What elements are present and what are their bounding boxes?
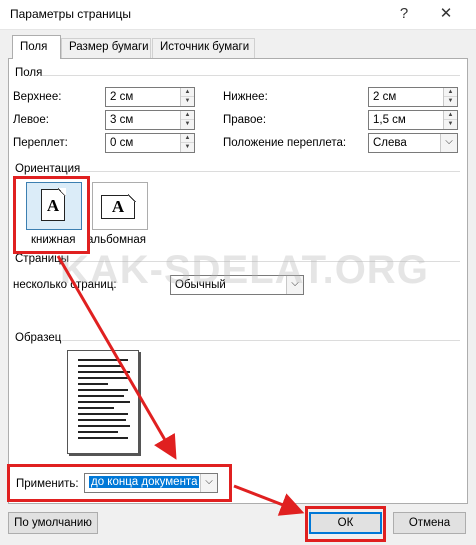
multiple-pages-value: Обычный [175, 279, 226, 291]
gutter-position-value: Слева [373, 137, 407, 149]
bottom-margin-spinner[interactable]: 2 см ▲ ▼ [368, 87, 458, 107]
preview-line [78, 383, 108, 385]
preview-line [78, 389, 128, 391]
chevron-down-icon[interactable]: ⌵ [286, 276, 303, 294]
portrait-page-icon: A [41, 188, 66, 221]
preview-line [78, 431, 118, 433]
margins-group-label: Поля [15, 67, 43, 79]
spin-up-icon[interactable]: ▲ [444, 111, 457, 120]
preview-line [78, 437, 128, 439]
apply-to-label: Применить: [16, 478, 79, 490]
chevron-down-icon[interactable]: ⌵ [440, 134, 457, 152]
preview-line [78, 407, 114, 409]
help-button[interactable]: ? [390, 3, 418, 25]
page-preview [67, 350, 139, 454]
left-margin-label: Левое: [13, 114, 49, 126]
multiple-pages-label: несколько страниц: [13, 279, 117, 291]
window-title: Параметры страницы [10, 7, 131, 21]
tab-paper-source[interactable]: Источник бумаги [152, 38, 255, 58]
spin-up-icon[interactable]: ▲ [181, 111, 194, 120]
ok-button[interactable]: ОК [309, 512, 382, 534]
tab-margins[interactable]: Поля [12, 35, 61, 59]
apply-to-value: до конца документа [89, 476, 200, 488]
preview-line [78, 425, 130, 427]
landscape-page-icon: A [101, 194, 136, 219]
close-button[interactable]: ✕ [432, 3, 460, 25]
set-as-default-button[interactable]: По умолчанию [8, 512, 98, 534]
landscape-label: альбомная [87, 234, 146, 246]
spin-up-icon[interactable]: ▲ [444, 88, 457, 97]
group-divider [80, 171, 460, 172]
top-margin-label: Верхнее: [13, 91, 62, 103]
cancel-button[interactable]: Отмена [393, 512, 466, 534]
preview-line [78, 371, 130, 373]
left-margin-spinner[interactable]: 3 см ▲ ▼ [105, 110, 195, 130]
right-margin-value: 1,5 см [373, 114, 406, 126]
spin-down-icon[interactable]: ▼ [181, 97, 194, 106]
portrait-button[interactable]: A [26, 182, 82, 230]
group-divider [70, 261, 460, 262]
top-margin-spinner[interactable]: 2 см ▲ ▼ [105, 87, 195, 107]
gutter-label: Переплет: [13, 137, 68, 149]
group-divider [62, 340, 460, 341]
apply-to-select[interactable]: до конца документа ⌵ [84, 473, 218, 493]
left-margin-value: 3 см [110, 114, 134, 126]
landscape-glyph: A [111, 197, 125, 216]
preview-line [78, 377, 128, 379]
pages-group-label: Страницы [15, 253, 69, 265]
group-divider [42, 75, 460, 76]
gutter-position-label: Положение переплета: [223, 137, 347, 149]
spin-down-icon[interactable]: ▼ [181, 120, 194, 129]
preview-line [78, 359, 128, 361]
gutter-position-select[interactable]: Слева ⌵ [368, 133, 458, 153]
right-margin-spinner[interactable]: 1,5 см ▲ ▼ [368, 110, 458, 130]
chevron-down-icon[interactable]: ⌵ [200, 474, 217, 492]
spin-down-icon[interactable]: ▼ [444, 120, 457, 129]
portrait-label: книжная [31, 234, 76, 246]
spin-down-icon[interactable]: ▼ [444, 97, 457, 106]
spin-down-icon[interactable]: ▼ [181, 143, 194, 152]
spin-up-icon[interactable]: ▲ [181, 134, 194, 143]
bottom-margin-value: 2 см [373, 91, 397, 103]
title-bar: Параметры страницы ? ✕ [0, 0, 476, 30]
preview-group-label: Образец [15, 332, 62, 344]
right-margin-label: Правое: [223, 114, 267, 126]
top-margin-value: 2 см [110, 91, 134, 103]
portrait-glyph: A [46, 196, 60, 215]
preview-line [78, 365, 122, 367]
tab-paper-size[interactable]: Размер бумаги [61, 38, 151, 58]
bottom-margin-label: Нижнее: [223, 91, 268, 103]
spin-up-icon[interactable]: ▲ [181, 88, 194, 97]
preview-line [78, 419, 126, 421]
preview-line [78, 395, 124, 397]
orientation-group-label: Ориентация [15, 163, 81, 175]
preview-line [78, 413, 128, 415]
landscape-button[interactable]: A [92, 182, 148, 230]
preview-line [78, 401, 130, 403]
gutter-spinner[interactable]: 0 см ▲ ▼ [105, 133, 195, 153]
multiple-pages-select[interactable]: Обычный ⌵ [170, 275, 304, 295]
gutter-value: 0 см [110, 137, 134, 149]
